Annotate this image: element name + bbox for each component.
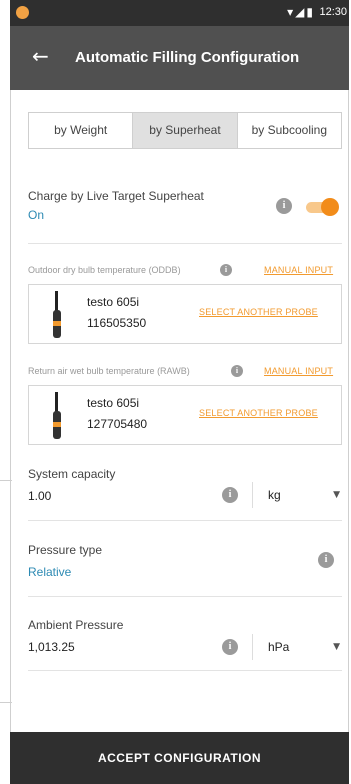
live-target-label: Charge by Live Target Superheat bbox=[28, 189, 204, 203]
select-another-probe-button[interactable]: SELECT ANOTHER PROBE bbox=[199, 408, 318, 418]
accept-configuration-button[interactable]: ACCEPT CONFIGURATION bbox=[10, 732, 349, 784]
frame-tick bbox=[0, 480, 12, 481]
info-icon[interactable]: i bbox=[222, 639, 238, 655]
ambient-pressure-input[interactable]: 1,013.25 bbox=[28, 640, 75, 654]
wifi-icon: ▾ bbox=[287, 5, 296, 19]
info-icon[interactable]: i bbox=[276, 198, 292, 214]
info-icon[interactable]: i bbox=[222, 487, 238, 503]
probe-icon bbox=[53, 291, 61, 339]
probe-icon-tip bbox=[55, 291, 58, 311]
signal-icon: ◢ bbox=[295, 5, 307, 19]
oddb-label: Outdoor dry bulb temperature (ODDB) bbox=[28, 265, 181, 275]
rawb-label: Return air wet bulb temperature (RAWB) bbox=[28, 366, 190, 376]
live-target-toggle[interactable] bbox=[304, 198, 339, 216]
app-dot-icon bbox=[16, 6, 29, 19]
oddb-manual-input-link[interactable]: MANUAL INPUT bbox=[264, 265, 333, 275]
dropdown-caret-icon: ▼ bbox=[333, 490, 340, 500]
tab-by-superheat[interactable]: by Superheat bbox=[133, 113, 238, 148]
ambient-pressure-unit-select[interactable]: hPa ▼ bbox=[262, 634, 342, 662]
pressure-type-value[interactable]: Relative bbox=[28, 565, 71, 579]
probe-icon-tip bbox=[55, 392, 58, 412]
status-bar: ▾◢▮ 12:30 bbox=[10, 0, 349, 26]
separator bbox=[252, 482, 253, 508]
app-bar: ← Automatic Filling Configuration bbox=[10, 26, 349, 90]
ambient-pressure-label: Ambient Pressure bbox=[28, 618, 124, 632]
mode-tabs: by Weight by Superheat by Subcooling bbox=[28, 112, 342, 149]
page-title: Automatic Filling Configuration bbox=[75, 49, 300, 66]
pressure-type-label: Pressure type bbox=[28, 543, 103, 557]
rawb-probe-card: testo 605i 127705480 SELECT ANOTHER PROB… bbox=[28, 385, 342, 445]
toggle-knob bbox=[321, 198, 339, 216]
unit-value: kg bbox=[268, 488, 281, 502]
select-another-probe-button[interactable]: SELECT ANOTHER PROBE bbox=[199, 307, 318, 317]
rawb-manual-input-link[interactable]: MANUAL INPUT bbox=[264, 366, 333, 376]
tab-by-subcooling[interactable]: by Subcooling bbox=[238, 113, 341, 148]
separator bbox=[252, 634, 253, 660]
probe-icon bbox=[53, 392, 61, 440]
arrow-left-icon[interactable]: ← bbox=[32, 44, 49, 68]
system-capacity-unit-select[interactable]: kg ▼ bbox=[262, 482, 342, 510]
status-time: 12:30 bbox=[319, 6, 347, 18]
divider bbox=[28, 243, 342, 244]
system-capacity-input[interactable]: 1.00 bbox=[28, 489, 51, 503]
divider bbox=[28, 520, 342, 521]
dropdown-caret-icon: ▼ bbox=[333, 642, 340, 652]
divider bbox=[28, 670, 342, 671]
info-icon[interactable]: i bbox=[318, 552, 334, 568]
probe-icon-band bbox=[53, 321, 61, 326]
system-capacity-label: System capacity bbox=[28, 467, 116, 481]
probe-serial: 127705480 bbox=[87, 417, 148, 431]
probe-icon-band bbox=[53, 422, 61, 427]
battery-icon: ▮ bbox=[306, 5, 315, 19]
unit-value: hPa bbox=[268, 640, 290, 654]
probe-name: testo 605i bbox=[87, 396, 140, 410]
status-icons: ▾◢▮ bbox=[287, 5, 315, 19]
live-target-value: On bbox=[28, 208, 45, 222]
probe-name: testo 605i bbox=[87, 295, 140, 309]
divider bbox=[28, 596, 342, 597]
frame-left-edge bbox=[10, 0, 11, 784]
frame-tick bbox=[0, 702, 12, 703]
probe-serial: 116505350 bbox=[87, 316, 147, 330]
screen: ▾◢▮ 12:30 ← Automatic Filling Configurat… bbox=[0, 0, 351, 784]
tab-by-weight[interactable]: by Weight bbox=[29, 113, 134, 148]
frame-right-edge bbox=[348, 0, 349, 784]
info-icon[interactable]: i bbox=[231, 365, 243, 377]
oddb-probe-card: testo 605i 116505350 SELECT ANOTHER PROB… bbox=[28, 284, 342, 344]
info-icon[interactable]: i bbox=[220, 264, 232, 276]
